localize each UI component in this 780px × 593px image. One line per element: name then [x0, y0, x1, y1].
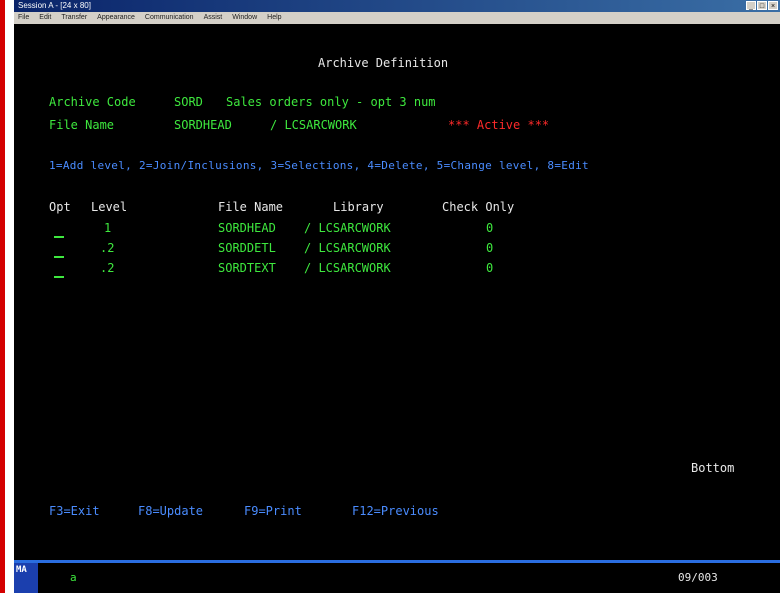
opt-input-field[interactable] — [54, 228, 64, 238]
col-header-check: Check Only — [442, 200, 515, 214]
row-check-only: 0 — [486, 221, 494, 235]
row-check-only: 0 — [486, 261, 494, 275]
terminal-screen: Archive Definition Archive Code SORD Sal… — [14, 24, 780, 560]
row-file-name: SORDHEAD — [218, 221, 276, 235]
title-bar: Session A - [24 x 80] _ □ × — [14, 0, 780, 12]
screen-heading: Archive Definition — [318, 56, 449, 70]
col-header-opt: Opt — [49, 200, 71, 214]
row-level: .2 — [100, 241, 115, 255]
window-title: Session A - [24 x 80] — [18, 1, 91, 10]
bottom-indicator: Bottom — [691, 461, 735, 475]
left-red-border — [0, 0, 5, 593]
f12-previous-key[interactable]: F12=Previous — [352, 504, 439, 518]
row-library: / LCSARCWORK — [304, 261, 391, 275]
row-library: / LCSARCWORK — [304, 221, 391, 235]
menu-window[interactable]: Window — [232, 12, 257, 24]
menu-edit[interactable]: Edit — [39, 12, 51, 24]
opt-input-field[interactable] — [54, 268, 64, 278]
minimize-icon[interactable]: _ — [746, 1, 756, 10]
f9-print-key[interactable]: F9=Print — [244, 504, 302, 518]
opt-input-field[interactable] — [54, 248, 64, 258]
active-flag: *** Active *** — [448, 118, 550, 132]
f8-update-key[interactable]: F8=Update — [138, 504, 203, 518]
col-header-library: Library — [333, 200, 384, 214]
menu-help[interactable]: Help — [267, 12, 281, 24]
status-bar: MA a 09/003 — [14, 560, 780, 593]
row-library: / LCSARCWORK — [304, 241, 391, 255]
menu-communication[interactable]: Communication — [145, 12, 194, 24]
row-file-name: SORDDETL — [218, 241, 276, 255]
menu-file[interactable]: File — [18, 12, 29, 24]
row-level: 1 — [104, 221, 112, 235]
options-legend: 1=Add level, 2=Join/Inclusions, 3=Select… — [49, 159, 589, 172]
menu-transfer[interactable]: Transfer — [61, 12, 87, 24]
row-level: .2 — [100, 261, 115, 275]
window-controls: _ □ × — [746, 1, 778, 10]
file-name-label: File Name — [49, 118, 115, 132]
file-name-value: SORDHEAD — [174, 118, 232, 132]
status-field: a — [70, 571, 77, 584]
row-check-only: 0 — [486, 241, 494, 255]
status-indicator: MA — [14, 563, 38, 593]
maximize-icon[interactable]: □ — [757, 1, 767, 10]
archive-code-label: Archive Code — [49, 95, 136, 109]
menu-appearance[interactable]: Appearance — [97, 12, 135, 24]
archive-code-value: SORD — [174, 95, 203, 109]
archive-description: Sales orders only - opt 3 num — [226, 95, 436, 109]
menu-assist[interactable]: Assist — [204, 12, 223, 24]
cursor-position: 09/003 — [678, 571, 718, 584]
file-library: / LCSARCWORK — [270, 118, 357, 132]
col-header-level: Level — [91, 200, 128, 214]
close-icon[interactable]: × — [768, 1, 778, 10]
f3-exit-key[interactable]: F3=Exit — [49, 504, 100, 518]
col-header-file: File Name — [218, 200, 284, 214]
emulator-window: Session A - [24 x 80] _ □ × File Edit Tr… — [14, 0, 780, 593]
row-file-name: SORDTEXT — [218, 261, 276, 275]
menu-bar: File Edit Transfer Appearance Communicat… — [14, 12, 780, 24]
